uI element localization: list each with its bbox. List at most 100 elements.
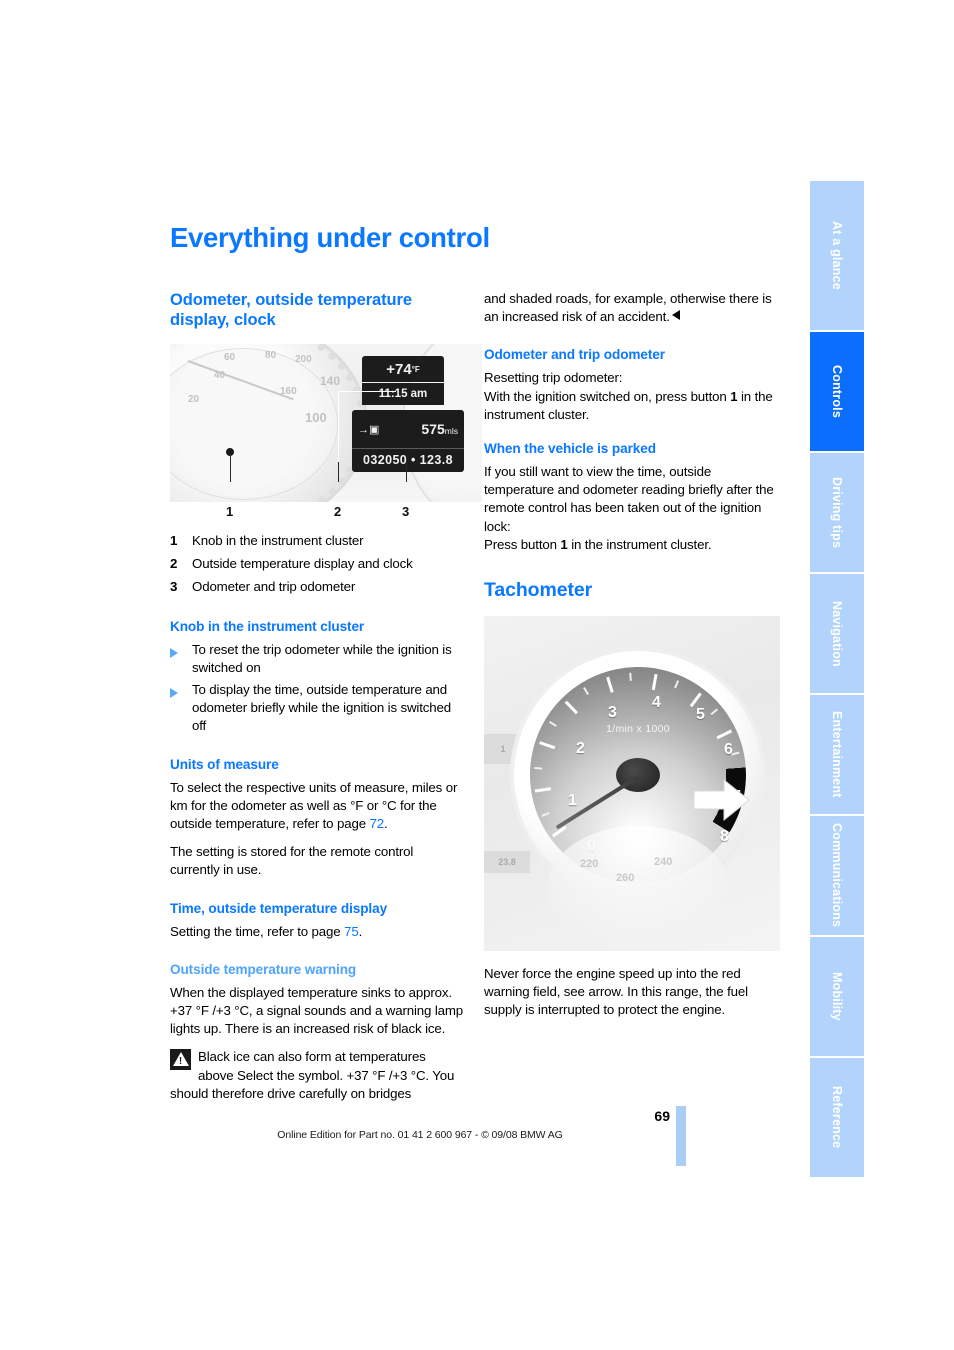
right-column: and shaded roads, for example, otherwise… — [484, 290, 780, 1020]
legend-number: 3 — [170, 579, 178, 595]
tab-at-a-glance[interactable]: At a glance — [810, 181, 864, 330]
leader-line — [338, 391, 339, 467]
speedo-number: 40 — [214, 370, 226, 381]
legend-item: 1 Knob in the instrument cluster — [170, 532, 464, 550]
legend-item: 3 Odometer and trip odometer — [170, 578, 464, 596]
units-text-a: To select the respective units of measur… — [170, 779, 458, 832]
warning-paragraph: When the displayed temperature sinks to … — [170, 984, 464, 1037]
callout-line-3 — [406, 462, 407, 482]
subheading-vehicle-parked: When the vehicle is parked — [484, 441, 656, 457]
lcd-range-row: →▣ 575mls — [352, 410, 464, 448]
lcd-temperature-unit: °F — [411, 364, 420, 374]
fuel-pump-icon: →▣ — [358, 423, 380, 436]
section-tab-navigation: At a glance Controls Driving tips Naviga… — [810, 181, 864, 1179]
time-text-a: Setting the time, refer to page — [170, 923, 345, 939]
subheading-outside-temp-warning: Outside temperature warning — [170, 961, 357, 977]
tach-scale-number: 2 — [576, 740, 585, 758]
parked-press-line: Press button 1 in the instrument cluster… — [484, 536, 780, 554]
figure-reference-code — [773, 674, 779, 676]
press-text-a: Press button — [484, 536, 561, 552]
page-title: Everything under control — [170, 222, 490, 253]
page-reference-75[interactable]: 75 — [344, 924, 359, 939]
callout-label-2: 2 — [334, 504, 342, 519]
range-number: 575 — [421, 421, 445, 437]
tach-scale-number: 8 — [720, 828, 729, 846]
ghost-speed-number: 260 — [616, 872, 635, 885]
ghost-speed-number: 240 — [654, 856, 673, 869]
lcd-clock-display: 11:15 am — [362, 383, 444, 405]
section-heading-odometer: Odometer, outside temperature display, c… — [170, 291, 412, 329]
odo-text-a: With the ignition switched on, press but… — [484, 388, 731, 404]
tab-communications[interactable]: Communications — [810, 816, 864, 935]
page-number: 69 — [654, 1108, 670, 1124]
continued-paragraph: and shaded roads, for example, otherwise… — [484, 290, 780, 326]
tachometer-paragraph: Never force the engine speed up into the… — [484, 966, 748, 1018]
speedo-number: 80 — [265, 350, 277, 361]
tach-scale-number: 3 — [608, 704, 617, 722]
odo-line-2: With the ignition switched on, press but… — [484, 388, 780, 424]
triangle-bullet-icon — [170, 641, 192, 677]
units-paragraph-2: The setting is stored for the remote con… — [170, 844, 414, 878]
figure-callout-labels: 1 2 3 — [170, 502, 464, 524]
callout-line-1 — [230, 456, 231, 482]
bullet-text: To display the time, outside temperature… — [192, 682, 452, 734]
triangle-bullet-icon — [170, 681, 192, 736]
figure-legend-list: 1 Knob in the instrument cluster 2 Outsi… — [170, 532, 464, 597]
range-unit: mls — [444, 426, 458, 436]
callout-label-1: 1 — [226, 504, 234, 519]
tach-scale-number: 1 — [568, 792, 577, 810]
subheading-time: Time, outside temperature display — [170, 900, 388, 916]
legend-text: Outside temperature display and clock — [192, 556, 413, 572]
ghost-speedometer — [548, 826, 728, 947]
leader-line — [338, 391, 396, 392]
tab-mobility[interactable]: Mobility — [810, 937, 864, 1056]
press-text-c: in the instrument cluster. — [567, 536, 712, 552]
page-reference-72[interactable]: 72 — [370, 816, 385, 831]
tachometer-figure: 1 23.8 1/min x 1000 — [484, 616, 780, 952]
tab-controls[interactable]: Controls — [810, 332, 864, 451]
legend-number: 2 — [170, 556, 178, 572]
speedo-number: 60 — [224, 352, 236, 363]
warning-note-text: Black ice can also form at temperatures … — [170, 1049, 455, 1101]
legend-item: 2 Outside temperature display and clock — [170, 555, 464, 573]
subheading-odometer-trip: Odometer and trip odometer — [484, 347, 665, 363]
lcd-odometer-row: 032050 • 123.8 — [352, 448, 464, 470]
lcd-ghost-left-2: 23.8 — [484, 851, 530, 874]
lcd-temperature-value: +74 — [386, 360, 412, 378]
callout-line-2 — [338, 462, 339, 482]
tach-scale-number: 4 — [652, 694, 661, 712]
continued-text: and shaded roads, for example, otherwise… — [484, 291, 772, 325]
button-number-1: 1 — [560, 536, 568, 552]
legend-number: 1 — [170, 533, 178, 548]
speedo-number: 100 — [305, 410, 327, 425]
manual-page: Everything under control Odometer, outsi… — [0, 0, 954, 1350]
tab-navigation[interactable]: Navigation — [810, 574, 864, 693]
lcd-range-value: 575mls — [421, 421, 458, 437]
figure-reference-code — [475, 402, 481, 404]
knob-bullet-list: To reset the trip odometer while the ign… — [170, 641, 464, 736]
lcd-temperature-display: +74 °F — [362, 356, 444, 382]
tab-entertainment[interactable]: Entertainment — [810, 695, 864, 814]
section-heading-tachometer: Tachometer — [484, 579, 593, 602]
tach-scale-number: 6 — [724, 741, 733, 759]
footer-edition-line: Online Edition for Part no. 01 41 2 600 … — [277, 1129, 563, 1141]
callout-label-3: 3 — [402, 504, 410, 519]
knob-marker — [226, 448, 234, 456]
time-text-b: . — [358, 923, 363, 939]
tach-scale-number: 5 — [696, 706, 705, 724]
time-paragraph: Setting the time, refer to page 75. — [170, 923, 464, 941]
legend-text: Knob in the instrument cluster — [192, 533, 364, 548]
parked-paragraph: If you still want to view the time, outs… — [484, 464, 774, 534]
units-text-b: . — [384, 816, 388, 832]
speedo-number: 140 — [320, 374, 341, 388]
speedo-number: 20 — [188, 394, 200, 405]
speedo-number: 200 — [295, 354, 312, 365]
tab-driving-tips[interactable]: Driving tips — [810, 453, 864, 572]
bullet-item: To display the time, outside temperature… — [170, 681, 464, 736]
bullet-text: To reset the trip odometer while the ign… — [192, 641, 452, 675]
ghost-speed-number: 220 — [580, 858, 599, 871]
legend-text: Odometer and trip odometer — [192, 579, 356, 595]
tab-reference[interactable]: Reference — [810, 1058, 864, 1177]
warning-note-block: ! Black ice can also form at temperature… — [170, 1048, 464, 1103]
units-paragraph-1: To select the respective units of measur… — [170, 779, 464, 834]
